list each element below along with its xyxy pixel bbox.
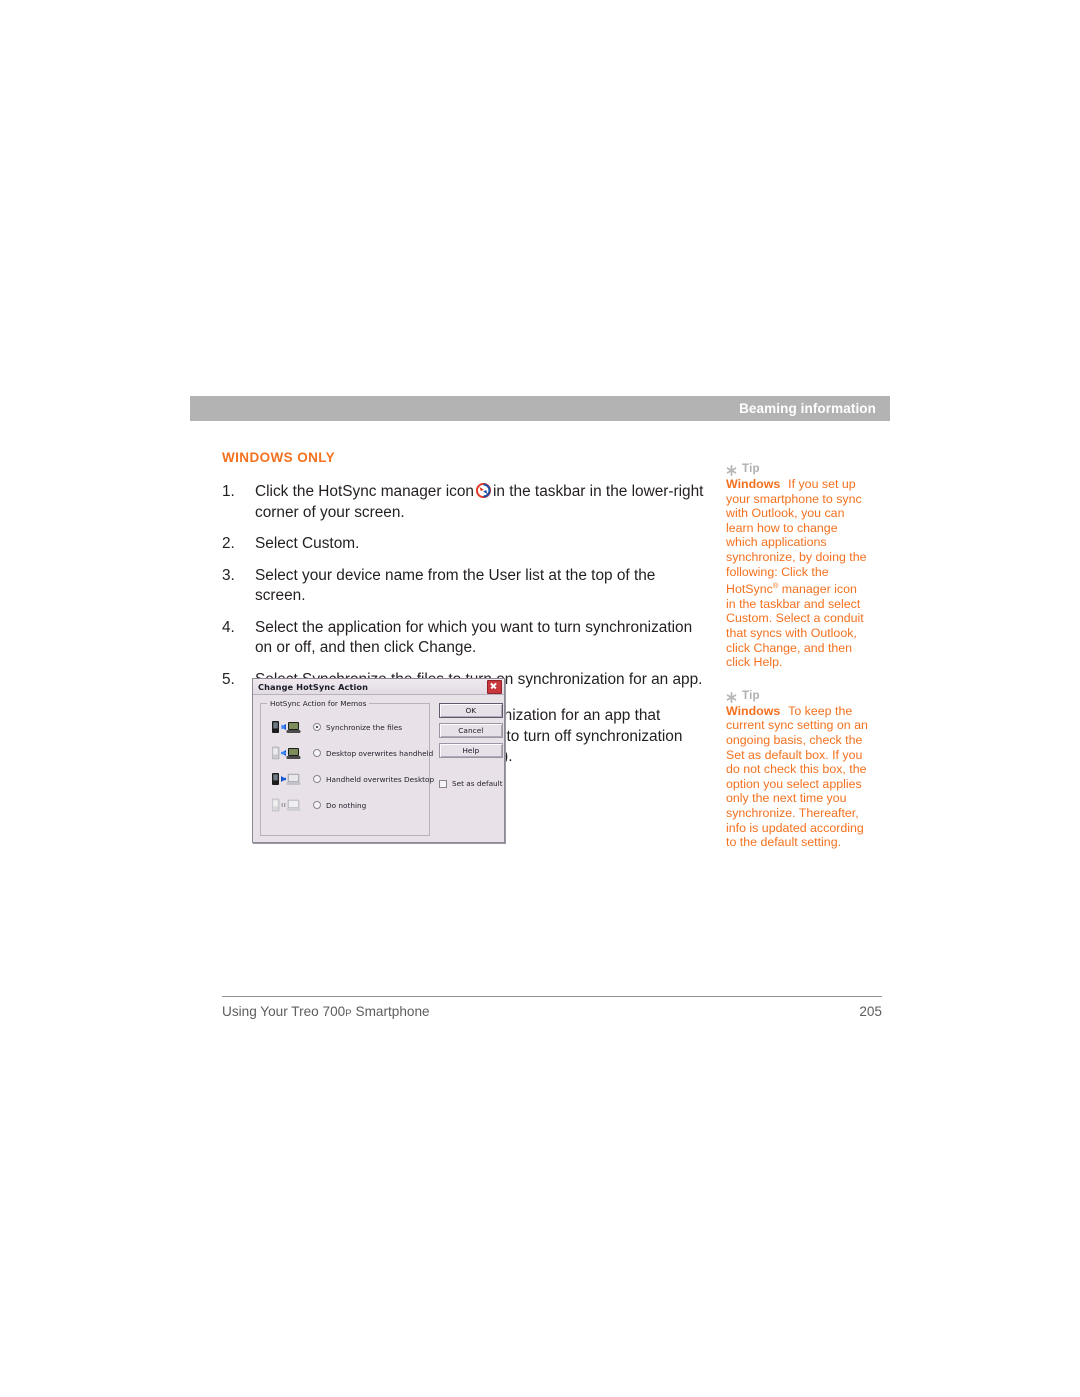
help-button[interactable]: Help — [439, 743, 503, 758]
change-hotsync-action-dialog: Change HotSync Action HotSync Action for… — [252, 678, 505, 843]
step-text-before-icon: Click the HotSync manager icon — [255, 483, 474, 500]
hotsync-dialog-screenshot: Change HotSync Action HotSync Action for… — [252, 678, 505, 843]
tip-text: Windows To keep the current sync setting… — [726, 704, 868, 850]
set-as-default-checkbox[interactable] — [439, 779, 447, 788]
cancel-button[interactable]: Cancel — [439, 723, 503, 738]
step-number: 1. — [222, 483, 235, 500]
asterisk-icon — [726, 463, 737, 476]
list-item: 1. Click the HotSync manager icon in the … — [222, 482, 704, 523]
no-sync-icon — [267, 798, 303, 812]
option-row-handheld-overwrites[interactable]: Handheld overwrites Desktop — [267, 766, 434, 792]
desktop-to-handheld-icon — [267, 746, 303, 760]
step-text: Select your device name from the User li… — [255, 566, 656, 605]
tip-label: Tip — [742, 688, 760, 702]
tip-body-text: To keep the current sync setting on an o… — [726, 703, 868, 850]
radio-handheld-overwrites[interactable] — [313, 775, 321, 783]
running-header-title: Beaming information — [739, 401, 876, 416]
radio-synchronize[interactable] — [313, 723, 321, 731]
step-number: 5. — [222, 670, 235, 688]
step-number: 2. — [222, 535, 235, 552]
option-label-do-nothing: Do nothing — [303, 801, 366, 810]
option-label-handheld-overwrites: Handheld overwrites Desktop — [303, 775, 434, 784]
asterisk-icon — [726, 690, 737, 703]
set-as-default-label: Set as default — [452, 779, 503, 788]
tips-sidebar: Tip Windows If you set up your smartphon… — [726, 462, 868, 869]
hotsync-action-groupbox: HotSync Action for Memos Synchronize the… — [260, 699, 434, 836]
tip-lead: Windows — [726, 477, 781, 491]
tip-block-2: Tip Windows To keep the current sync set… — [726, 689, 868, 850]
dialog-button-column: OK Cancel Help Set as default — [430, 703, 503, 836]
ok-button[interactable]: OK — [439, 703, 503, 718]
radio-do-nothing[interactable] — [313, 801, 321, 809]
footer-title-tail: Smartphone — [351, 1004, 430, 1019]
groupbox-legend: HotSync Action for Memos — [267, 699, 370, 708]
close-icon[interactable] — [487, 679, 502, 694]
footer-title-main: Using Your Treo 700 — [222, 1004, 346, 1019]
tip-header: Tip — [726, 462, 868, 476]
footer-divider — [222, 996, 882, 997]
tip-text: Windows If you set up your smartphone to… — [726, 477, 868, 670]
handheld-to-desktop-icon — [267, 772, 303, 786]
dialog-title-bar: Change HotSync Action — [253, 679, 504, 695]
step-text: Select the application for which you wan… — [255, 618, 693, 657]
tip-header: Tip — [726, 688, 868, 703]
tip-body-text: If you set up your smartphone to sync wi… — [726, 477, 867, 597]
tip-block-1: Tip Windows If you set up your smartphon… — [726, 462, 868, 670]
option-row-synchronize[interactable]: Synchronize the files — [267, 714, 425, 740]
radio-desktop-overwrites[interactable] — [313, 749, 321, 757]
hotsync-icon — [475, 482, 492, 499]
numbered-steps-list: 1. Click the HotSync manager icon in the … — [222, 482, 704, 690]
list-item: 3. Select your device name from the User … — [222, 566, 704, 607]
dialog-body: HotSync Action for Memos Synchronize the… — [253, 696, 504, 842]
step-number: 3. — [222, 566, 235, 584]
page-number: 205 — [859, 1004, 882, 1019]
document-page: Beaming information WINDOWS ONLY 1. Click… — [0, 0, 1080, 1397]
step-number: 4. — [222, 618, 235, 636]
list-item: 4. Select the application for which you w… — [222, 618, 704, 659]
set-as-default-row[interactable]: Set as default — [439, 779, 503, 788]
option-label-synchronize: Synchronize the files — [303, 723, 402, 732]
running-header: Beaming information — [190, 396, 890, 421]
option-label-desktop-overwrites: Desktop overwrites handheld — [303, 749, 433, 758]
page-title: WINDOWS ONLY — [222, 450, 336, 465]
option-row-desktop-overwrites[interactable]: Desktop overwrites handheld — [267, 740, 433, 766]
step-text: Select Custom. — [255, 535, 360, 552]
dialog-title: Change HotSync Action — [258, 681, 369, 692]
tip-label: Tip — [742, 462, 760, 475]
list-item: 2. Select Custom. — [222, 534, 704, 555]
tip-lead: Windows — [726, 703, 781, 718]
option-row-do-nothing[interactable]: Do nothing — [267, 792, 425, 818]
footer-title: Using Your Treo 700P Smartphone — [222, 1004, 430, 1019]
two-way-sync-icon — [267, 720, 303, 734]
page-footer: Using Your Treo 700P Smartphone 205 — [222, 1004, 882, 1019]
